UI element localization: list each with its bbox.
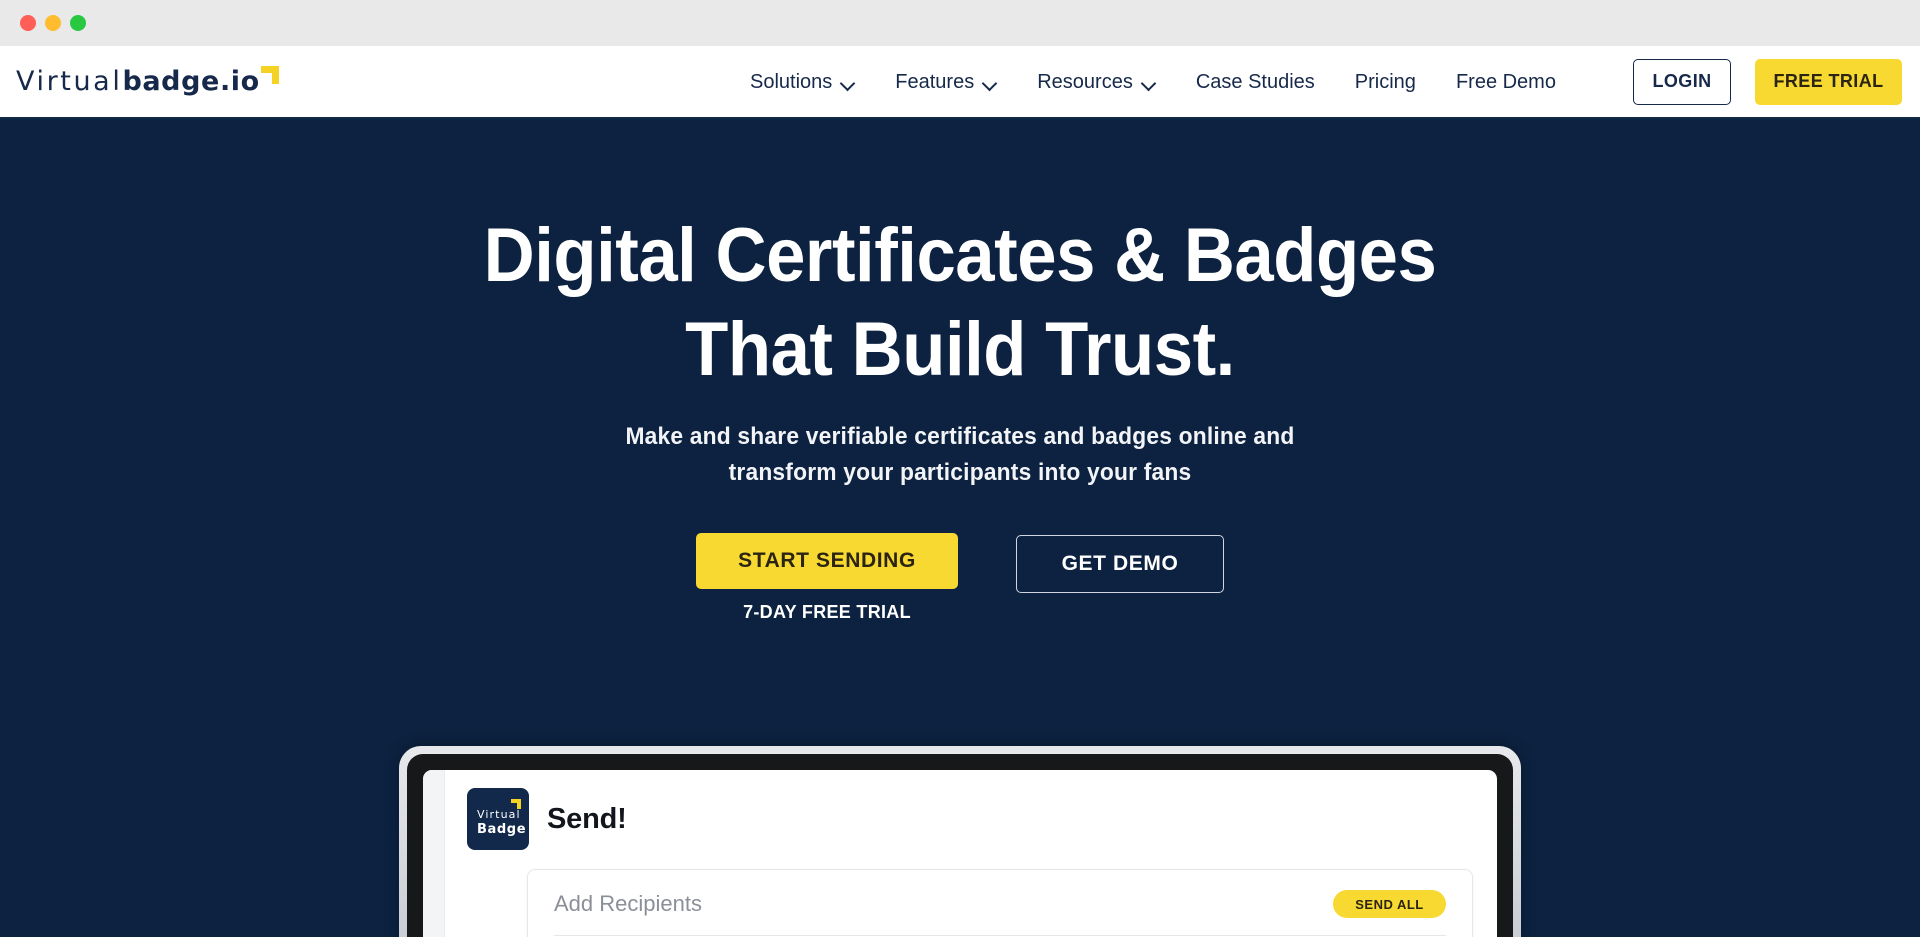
nav-item-label: Free Demo (1455, 71, 1556, 93)
app-content: Virtual Badge Send! Add Recipients SEND … (445, 770, 1497, 937)
logo-corner-bracket-icon (511, 799, 521, 809)
logo-corner-bracket-icon (260, 65, 279, 84)
hero-section: Digital Certificates & Badges That Build… (0, 119, 1920, 937)
chevron-down-icon (841, 78, 855, 87)
send-all-button[interactable]: SEND ALL (1333, 890, 1446, 918)
logo-text-light: Virtual (16, 65, 123, 97)
nav-links: Solutions Features Resources Case Studie… (730, 46, 1576, 119)
app-sidebar-rail (423, 770, 445, 937)
chevron-down-icon (1142, 78, 1156, 87)
site-navbar: Virtualbadge.io Solutions Features Resou… (0, 46, 1920, 119)
browser-titlebar (0, 0, 1920, 46)
device-bezel: Virtual Badge Send! Add Recipients SEND … (407, 754, 1513, 937)
hero-subheadline-line-1: Make and share verifiable certificates a… (625, 423, 1295, 450)
free-trial-button[interactable]: FREE TRIAL (1755, 58, 1902, 105)
hero-headline-line-1: Digital Certificates & Badges (483, 213, 1437, 298)
login-button[interactable]: LOGIN (1633, 58, 1731, 105)
nav-item-solutions[interactable]: Solutions (730, 46, 875, 119)
hero-subheadline-line-2: transform your participants into your fa… (728, 459, 1192, 486)
hero-headline-line-2: That Build Trust. (685, 307, 1235, 392)
nav-item-resources[interactable]: Resources (1017, 46, 1176, 119)
nav-item-pricing[interactable]: Pricing (1335, 46, 1436, 119)
app-page-title: Send! (547, 802, 627, 835)
app-header: Virtual Badge Send! (467, 788, 1475, 850)
start-sending-button[interactable]: START SENDING (696, 533, 958, 589)
send-card: Add Recipients SEND ALL (527, 869, 1473, 937)
hero-subheadline: Make and share verifiable certificates a… (48, 419, 1872, 491)
hero-headline: Digital Certificates & Badges That Build… (67, 209, 1853, 397)
app-logo-tile: Virtual Badge (467, 788, 529, 850)
device-screen: Virtual Badge Send! Add Recipients SEND … (423, 770, 1497, 937)
zoom-window-button[interactable] (70, 15, 86, 31)
minimize-window-button[interactable] (45, 15, 61, 31)
nav-item-label: Solutions (750, 71, 833, 93)
nav-item-case-studies[interactable]: Case Studies (1176, 46, 1335, 119)
nav-item-label: Pricing (1354, 71, 1416, 93)
primary-cta-column: START SENDING 7-DAY FREE TRIAL (696, 533, 958, 623)
get-demo-button[interactable]: GET DEMO (1016, 535, 1224, 593)
nav-item-label: Features (895, 71, 975, 93)
page-root: Virtualbadge.io Solutions Features Resou… (0, 0, 1920, 937)
window-controls (20, 15, 86, 31)
app-logo-line-1: Virtual (477, 808, 521, 821)
nav-item-features[interactable]: Features (875, 46, 1017, 119)
site-logo[interactable]: Virtualbadge.io (16, 60, 279, 104)
free-trial-note: 7-DAY FREE TRIAL (743, 602, 911, 622)
logo-text-bold: badge.io (122, 65, 260, 97)
recipients-input[interactable]: Add Recipients (554, 891, 702, 917)
recipients-row: Add Recipients SEND ALL (554, 890, 1446, 918)
nav-actions: LOGIN FREE TRIAL (1633, 58, 1902, 105)
chevron-down-icon (983, 78, 997, 87)
close-window-button[interactable] (20, 15, 36, 31)
product-screenshot-device: Virtual Badge Send! Add Recipients SEND … (399, 746, 1521, 937)
hero-cta-group: START SENDING 7-DAY FREE TRIAL GET DEMO (0, 533, 1920, 623)
field-divider (554, 935, 1446, 936)
logo-wordmark: Virtualbadge.io (16, 60, 260, 104)
nav-item-label: Case Studies (1195, 71, 1315, 93)
app-logo-line-2: Badge (477, 822, 527, 837)
nav-item-label: Resources (1037, 71, 1133, 93)
nav-item-free-demo[interactable]: Free Demo (1436, 46, 1576, 119)
